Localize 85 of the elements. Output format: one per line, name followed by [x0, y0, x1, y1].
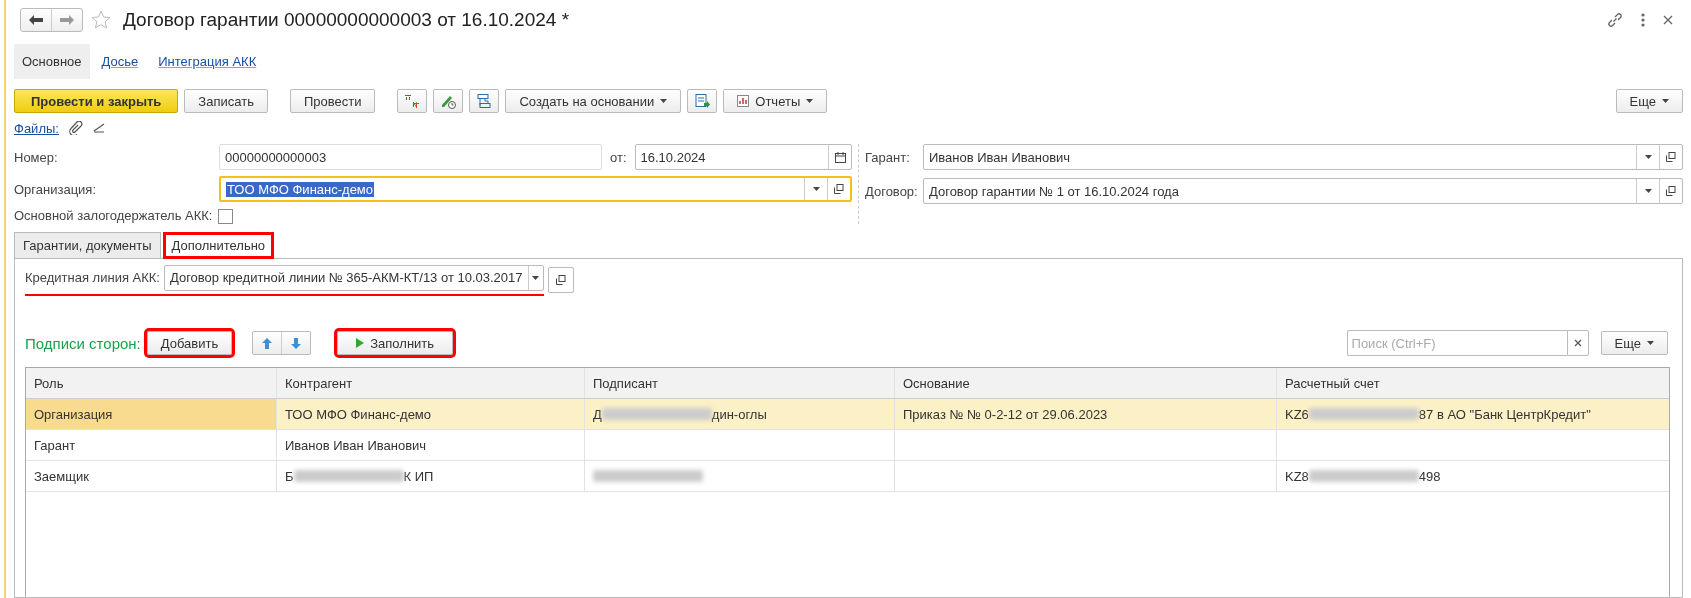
document-arrow-icon	[694, 93, 711, 109]
fill-button[interactable]: Заполнить	[337, 331, 454, 356]
table-row[interactable]: Заемщик Б К ИП KZ8 498	[26, 461, 1669, 493]
calendar-icon[interactable]	[834, 151, 846, 163]
post-and-close-button[interactable]: Провести и закрыть	[14, 89, 179, 113]
toolbar-button[interactable]: Записать	[184, 89, 268, 113]
credit-line-field[interactable]: Договор кредитной линии № 365-АКМ-КТ/13 от 10.03.2017	[164, 264, 544, 291]
caret-icon	[806, 99, 814, 103]
back-arrow-icon	[29, 15, 43, 25]
organization-field[interactable]: ТОО МФО Финанс-демо	[219, 176, 852, 202]
table-cell: KZ8 498	[1276, 461, 1669, 492]
up-arrow-icon	[262, 337, 273, 349]
table-cell: Иванов Иван Иванович	[276, 430, 584, 461]
checkbox[interactable]	[218, 209, 234, 225]
table-row[interactable]: Организация ТОО МФО Финанс-демо Д дин-оглы Приказ № № 0-2-12 от 29.06.2023 KZ6 87 в АО "Банк ЦентрКредит"	[26, 399, 1669, 431]
report-icon	[737, 95, 750, 107]
group-title: Подписи сторон:	[25, 334, 141, 352]
caret-icon	[1662, 99, 1669, 103]
window-title: Договор гарантии 00000000000003 от 16.10.2024 *	[123, 9, 570, 31]
search-field[interactable]: Поиск (Ctrl+F)	[1346, 330, 1567, 357]
forward-arrow-icon	[60, 15, 74, 25]
open-button[interactable]	[548, 267, 574, 294]
icon-button[interactable]	[397, 89, 428, 113]
icon-button[interactable]	[687, 89, 718, 113]
clear-icon[interactable]	[1573, 339, 1582, 348]
field-label: Организация:	[14, 181, 98, 197]
table-cell: KZ6 87 в АО "Банк ЦентрКредит"	[1276, 399, 1669, 430]
field-label: от:	[610, 149, 627, 165]
caret-icon	[812, 187, 820, 191]
tab[interactable]: Гарантии, документы	[14, 232, 161, 259]
checkbox-label: Основной залогодержатель АКК:	[14, 208, 852, 225]
column-header[interactable]: Подписант	[584, 368, 894, 399]
date-field[interactable]: 16.10.2024	[634, 144, 852, 170]
toolbar-button[interactable]: Провести	[289, 89, 376, 113]
table-cell: Б К ИП	[276, 461, 584, 492]
structure-icon	[476, 93, 493, 109]
table-cell: ТОО МФО Финанс-демо	[276, 399, 584, 430]
caret-icon	[1644, 189, 1652, 193]
pen-icon[interactable]	[92, 123, 105, 133]
debit-credit-icon	[404, 93, 421, 109]
open-icon[interactable]	[556, 275, 566, 286]
section-tab[interactable]: Основное	[14, 43, 90, 79]
more-button[interactable]: Еще	[1600, 331, 1668, 356]
open-icon[interactable]	[1666, 186, 1676, 196]
table-cell: Организация	[26, 399, 276, 430]
column-header[interactable]: Контрагент	[276, 368, 584, 399]
number-field[interactable]: 00000000000003	[219, 144, 602, 170]
table-cell: Д дин-оглы	[584, 399, 894, 430]
table-cell: Приказ № № 0-2-12 от 29.06.2023	[894, 399, 1276, 430]
add-button[interactable]: Добавить	[146, 331, 233, 356]
icon-button[interactable]	[433, 89, 464, 113]
field-label: Гарант:	[865, 149, 911, 165]
table-row[interactable]: Гарант Иванов Иван Иванович	[26, 430, 1669, 462]
caret-icon	[1647, 341, 1654, 346]
more-button[interactable]: Еще	[1615, 89, 1683, 113]
menu-button[interactable]: Создать на основании	[505, 89, 682, 113]
icon-button[interactable]	[469, 89, 500, 113]
column-header[interactable]: Роль	[26, 368, 276, 399]
column-header[interactable]: Расчетный счет	[1276, 368, 1669, 399]
caret-icon	[1644, 155, 1652, 159]
caret-icon	[660, 99, 668, 103]
close-icon[interactable]	[1663, 15, 1673, 25]
star-icon[interactable]	[91, 10, 111, 30]
menu-button[interactable]: Отчеты	[723, 89, 828, 113]
column-header[interactable]: Основание	[894, 368, 1276, 399]
caret-icon	[532, 275, 540, 280]
table-cell-text: Заемщик	[33, 467, 90, 486]
open-icon[interactable]	[834, 184, 844, 194]
link-icon[interactable]	[1607, 12, 1623, 28]
field-label: Договор:	[865, 183, 919, 199]
section-tab[interactable]: Досье	[93, 43, 147, 79]
table-cell-text: Гарант	[33, 436, 77, 455]
contract-field[interactable]: Договор гарантии № 1 от 16.10.2024 года	[923, 178, 1683, 204]
files-link[interactable]: Файлы:	[14, 120, 59, 136]
field-label: Номер:	[14, 149, 59, 165]
pencil-clock-icon	[440, 93, 457, 109]
paperclip-icon[interactable]	[68, 121, 83, 135]
open-icon[interactable]	[1666, 152, 1676, 162]
field-label: Кредитная линия АКК:	[25, 270, 160, 286]
guarantor-field[interactable]: Иванов Иван Иванович	[923, 144, 1683, 170]
down-arrow-icon	[291, 337, 302, 349]
section-tab[interactable]: Интеграция АКК	[150, 43, 265, 79]
more-icon[interactable]	[1641, 13, 1645, 27]
tab[interactable]: Дополнительно	[162, 232, 275, 260]
play-icon	[356, 338, 365, 349]
